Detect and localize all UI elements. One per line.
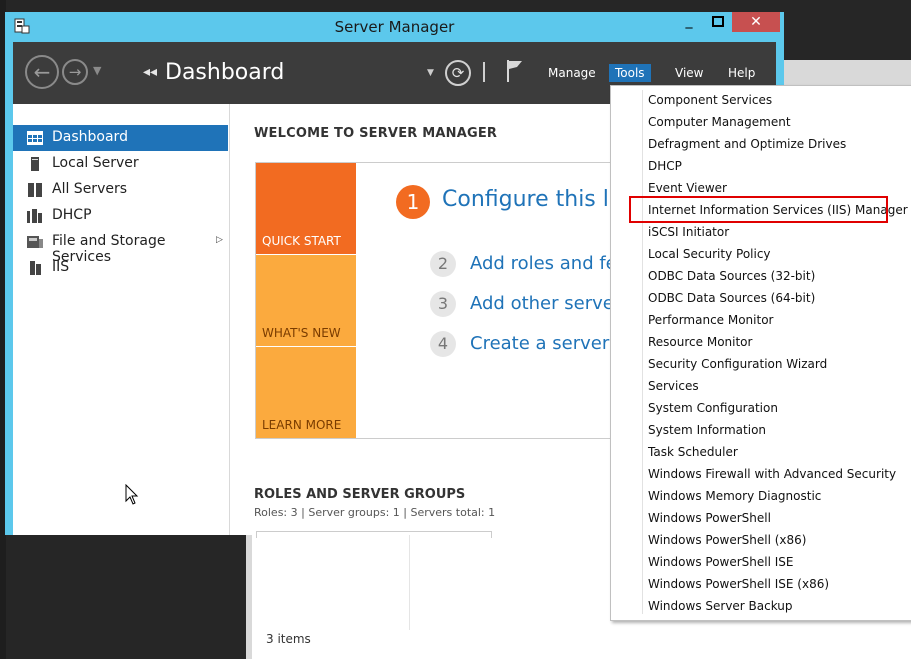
mouse-cursor-icon: [125, 484, 139, 505]
tools-menu-item-windows-powershell-x86[interactable]: Windows PowerShell (x86): [648, 529, 806, 551]
tools-menu-item-defragment-and-optimize-drives[interactable]: Defragment and Optimize Drives: [648, 133, 846, 155]
window-title: Server Manager: [334, 18, 455, 36]
local-server-icon: [31, 157, 39, 171]
sidebar: Dashboard Local Server All Servers DHCP …: [13, 104, 230, 535]
step-link-configure[interactable]: Configure this loc: [442, 187, 634, 212]
sidebar-item-dashboard[interactable]: Dashboard: [13, 125, 228, 151]
maximize-button[interactable]: [705, 12, 731, 32]
forward-button[interactable]: →: [62, 59, 88, 85]
maximize-icon: [712, 16, 724, 27]
refresh-dropdown-icon[interactable]: ▼: [427, 68, 434, 78]
roles-heading: ROLES AND SERVER GROUPS: [254, 487, 466, 502]
file-storage-icon: [27, 236, 43, 248]
tools-menu-item-security-configuration-wizard[interactable]: Security Configuration Wizard: [648, 353, 827, 375]
tile-quick-start[interactable]: QUICK START: [256, 163, 356, 254]
refresh-icon: ⟳: [451, 64, 465, 82]
tile-label: LEARN MORE: [262, 418, 342, 432]
highlight-box: [629, 196, 888, 223]
menu-gutter: [642, 90, 643, 614]
tools-menu-item-windows-powershell-ise-x86[interactable]: Windows PowerShell ISE (x86): [648, 573, 829, 595]
menu-tools[interactable]: Tools: [609, 64, 651, 82]
dashboard-grid-icon: [27, 131, 43, 145]
tile-label: QUICK START: [262, 234, 341, 248]
tools-menu-item-component-services[interactable]: Component Services: [648, 89, 772, 111]
tools-menu-item-odbc-data-sources-32-bit[interactable]: ODBC Data Sources (32-bit): [648, 265, 815, 287]
welcome-panel: QUICK START WHAT'S NEW LEARN MORE 1 Conf…: [255, 162, 635, 439]
step-link-add-servers[interactable]: Add other servers: [470, 293, 631, 314]
header-separator: [483, 62, 485, 82]
minimize-button[interactable]: _: [676, 12, 702, 32]
sidebar-item-label: DHCP: [52, 207, 92, 223]
sidebar-item-label: IIS: [52, 259, 70, 275]
background-window-status: 3 items: [266, 632, 311, 646]
step-number: 4: [430, 331, 456, 357]
history-dropdown-icon[interactable]: ▼: [93, 64, 101, 77]
menu-view[interactable]: View: [675, 66, 703, 80]
step-number: 1: [396, 185, 430, 219]
tools-menu-item-local-security-policy[interactable]: Local Security Policy: [648, 243, 771, 265]
tile-label: WHAT'S NEW: [262, 326, 341, 340]
tools-menu-item-windows-powershell[interactable]: Windows PowerShell: [648, 507, 771, 529]
tools-menu-item-resource-monitor[interactable]: Resource Monitor: [648, 331, 752, 353]
tools-menu-item-system-information[interactable]: System Information: [648, 419, 766, 441]
tools-menu-item-windows-server-backup[interactable]: Windows Server Backup: [648, 595, 793, 617]
back-arrow-icon: ←: [33, 60, 51, 84]
role-card[interactable]: [256, 531, 492, 538]
forward-arrow-icon: →: [68, 63, 82, 81]
all-servers-icon: [28, 183, 42, 197]
tools-menu-item-windows-firewall-with-advanced-security[interactable]: Windows Firewall with Advanced Security: [648, 463, 896, 485]
sidebar-item-local-server[interactable]: Local Server: [13, 151, 228, 177]
tools-dropdown-menu: Component Services Computer Management Def…: [610, 85, 911, 621]
sidebar-item-label: All Servers: [52, 181, 128, 197]
sidebar-item-dhcp[interactable]: DHCP: [13, 203, 228, 229]
breadcrumb-arrows-icon: ◂◂: [143, 64, 158, 80]
roles-summary: Roles: 3 | Server groups: 1 | Servers to…: [254, 506, 496, 519]
back-button[interactable]: ←: [25, 55, 59, 89]
notifications-flag-icon[interactable]: [505, 58, 525, 84]
close-button[interactable]: ✕: [732, 12, 780, 32]
tools-menu-item-system-configuration[interactable]: System Configuration: [648, 397, 778, 419]
tile-learn-more[interactable]: LEARN MORE: [256, 347, 356, 438]
sidebar-item-file-and-storage-services[interactable]: File and Storage Services ▷: [13, 229, 228, 265]
breadcrumb-title: Dashboard: [165, 60, 285, 85]
menu-help[interactable]: Help: [728, 66, 755, 80]
sidebar-item-iis[interactable]: IIS: [13, 255, 228, 281]
tools-menu-item-services[interactable]: Services: [648, 375, 699, 397]
tools-menu-item-windows-memory-diagnostic[interactable]: Windows Memory Diagnostic: [648, 485, 821, 507]
background-window-divider: [409, 530, 410, 630]
tools-menu-item-performance-monitor[interactable]: Performance Monitor: [648, 309, 773, 331]
iis-icon: [30, 261, 41, 275]
sidebar-item-label: Dashboard: [52, 129, 128, 145]
sidebar-item-label: Local Server: [52, 155, 139, 171]
title-bar[interactable]: Server Manager _ ✕: [5, 12, 784, 42]
tile-whats-new[interactable]: WHAT'S NEW: [256, 255, 356, 346]
step-number: 2: [430, 251, 456, 277]
step-number: 3: [430, 291, 456, 317]
menu-manage[interactable]: Manage: [548, 66, 596, 80]
submenu-arrow-icon[interactable]: ▷: [216, 235, 223, 245]
tools-menu-item-odbc-data-sources-64-bit[interactable]: ODBC Data Sources (64-bit): [648, 287, 815, 309]
sidebar-item-all-servers[interactable]: All Servers: [13, 177, 228, 203]
tools-menu-item-task-scheduler[interactable]: Task Scheduler: [648, 441, 738, 463]
tools-menu-item-iscsi-initiator[interactable]: iSCSI Initiator: [648, 221, 729, 243]
tools-menu-item-dhcp[interactable]: DHCP: [648, 155, 682, 177]
dhcp-icon: [27, 209, 42, 223]
tools-menu-item-windows-powershell-ise[interactable]: Windows PowerShell ISE: [648, 551, 794, 573]
refresh-button[interactable]: ⟳: [445, 60, 471, 86]
tools-menu-item-computer-management[interactable]: Computer Management: [648, 111, 791, 133]
welcome-heading: WELCOME TO SERVER MANAGER: [254, 126, 498, 141]
